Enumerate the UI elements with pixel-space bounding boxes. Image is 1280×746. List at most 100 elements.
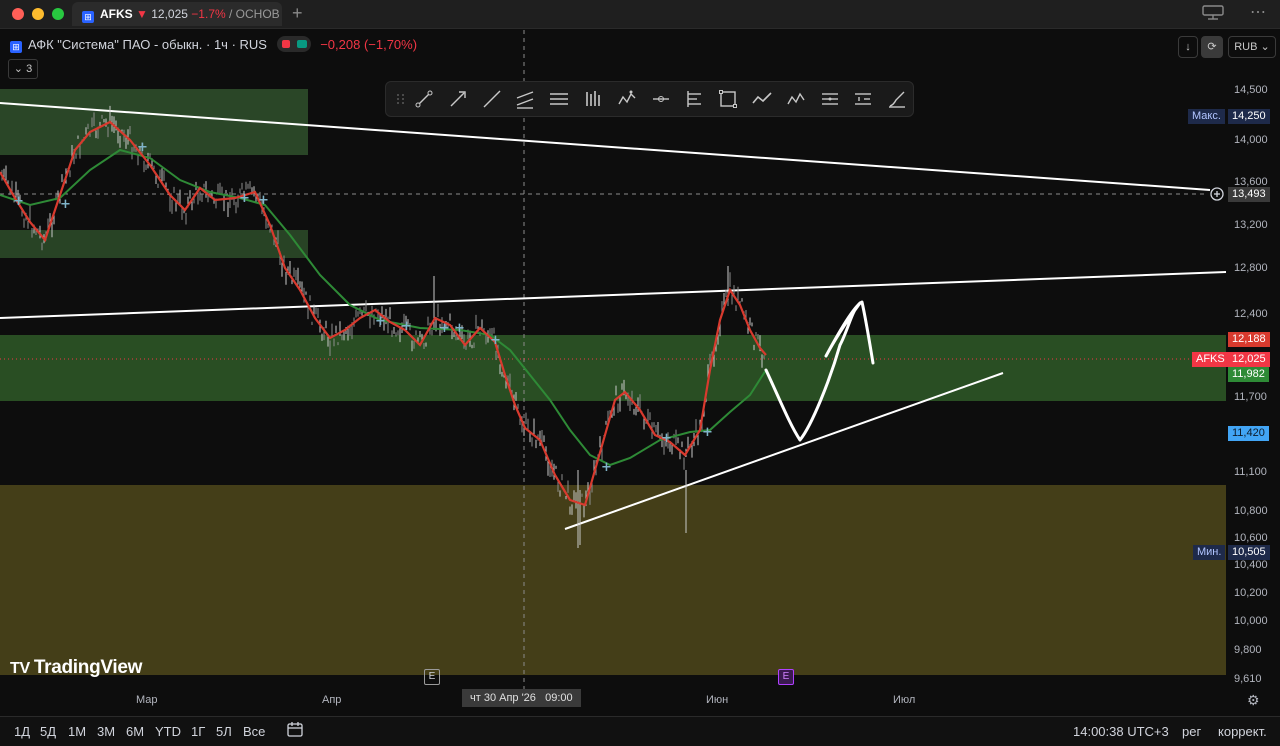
chevron-down-icon: ⌄ bbox=[13, 63, 27, 75]
bottom-toolbar: 1Д 5Д 1М 3М 6М YTD 1Г 5Л Все 14:00:38 UT… bbox=[0, 716, 1280, 746]
watermark-text: TradingView bbox=[33, 657, 143, 678]
horizontal-lines-icon[interactable] bbox=[548, 88, 570, 110]
more-icon[interactable]: ⋯ bbox=[1250, 2, 1266, 22]
crossover-marker-icon: + bbox=[239, 191, 250, 206]
currency-select[interactable]: RUB ⌄ bbox=[1228, 36, 1276, 58]
current-price-tag: 12,025 bbox=[1228, 352, 1270, 367]
range-1y[interactable]: 1Г bbox=[191, 724, 205, 739]
cross-line-icon[interactable] bbox=[650, 88, 672, 110]
min-price-tag: Мин. bbox=[1193, 545, 1226, 560]
price-axis-label: 9,800 bbox=[1234, 644, 1262, 656]
crossover-marker-icon: + bbox=[258, 193, 269, 208]
range-3m[interactable]: 3М bbox=[97, 724, 115, 739]
crossover-marker-icon: + bbox=[439, 321, 450, 336]
price-axis-label: 10,400 bbox=[1234, 559, 1268, 571]
price-axis-label: 10,200 bbox=[1234, 587, 1268, 599]
chart-area[interactable]: + + + + + + + + + + + + + bbox=[0, 29, 1280, 715]
ema-slow-price-tag: 11,982 bbox=[1228, 367, 1269, 382]
drawing-toolbar bbox=[385, 81, 914, 117]
parallel-channel-icon[interactable] bbox=[514, 88, 536, 110]
blue-price-tag: 11,420 bbox=[1228, 426, 1269, 441]
time-label-jul: Июл bbox=[893, 694, 916, 706]
zoom-window-button[interactable] bbox=[52, 8, 64, 20]
new-tab-button[interactable]: + bbox=[292, 3, 303, 24]
range-all[interactable]: Все bbox=[243, 724, 265, 739]
crossover-marker-icon: + bbox=[661, 431, 672, 446]
minimize-window-button[interactable] bbox=[32, 8, 44, 20]
resistance-trendline bbox=[0, 271, 1227, 319]
crossover-marker-icon: + bbox=[375, 314, 386, 329]
range-ytd[interactable]: YTD bbox=[155, 724, 181, 739]
tradingview-watermark: TV TradingView bbox=[10, 657, 142, 679]
ray-icon[interactable] bbox=[447, 88, 469, 110]
abcd-pattern-icon[interactable] bbox=[785, 88, 807, 110]
download-icon: ↓ bbox=[1185, 41, 1191, 53]
price-axis-label: 11,100 bbox=[1234, 466, 1267, 478]
date-range-calendar-icon[interactable] bbox=[286, 721, 304, 742]
chart-canvas[interactable]: + + + + + + + + + + + + + bbox=[0, 29, 1280, 715]
chevron-down-icon: ⌄ bbox=[1257, 41, 1270, 53]
range-5y[interactable]: 5Л bbox=[216, 724, 232, 739]
title-bar: ⊞ AFKS ▼ 12,025 −1.7% / ОСНОВ + ⋯ bbox=[0, 0, 1280, 29]
crosshair-time-label: чт 30 Апр '26 09:00 bbox=[462, 689, 581, 707]
trendline-icon[interactable] bbox=[413, 88, 435, 110]
price-axis-label: 12,800 bbox=[1234, 262, 1268, 274]
fib-channel-icon[interactable] bbox=[819, 88, 841, 110]
earnings-marker[interactable]: E bbox=[424, 669, 440, 685]
tradingview-logo-icon: TV bbox=[10, 660, 30, 677]
symbol-title: АФК "Система" ПАО - обыкн. · 1ч · RUS bbox=[28, 37, 267, 52]
close-window-button[interactable] bbox=[12, 8, 24, 20]
long-position-icon[interactable] bbox=[852, 88, 874, 110]
range-6m[interactable]: 6М bbox=[126, 724, 144, 739]
max-price-tag: Макс. bbox=[1188, 109, 1225, 124]
price-axis-label: 11,700 bbox=[1234, 391, 1267, 403]
clock[interactable]: 14:00:38 UTC+3 bbox=[1073, 724, 1169, 739]
vertical-lines-icon[interactable] bbox=[582, 88, 604, 110]
range-1d[interactable]: 1Д bbox=[14, 724, 30, 739]
buy-sell-toggle[interactable] bbox=[276, 36, 311, 52]
crossover-marker-icon: + bbox=[490, 333, 501, 348]
crossover-marker-icon: + bbox=[401, 319, 412, 334]
brush-icon[interactable] bbox=[886, 88, 908, 110]
extended-line-icon[interactable] bbox=[481, 88, 503, 110]
layout-icon[interactable] bbox=[1202, 4, 1224, 23]
xabcd-pattern-icon[interactable] bbox=[616, 88, 638, 110]
currency-value: RUB bbox=[1234, 41, 1258, 53]
min-price-value: 10,505 bbox=[1228, 545, 1270, 560]
indicators-collapse-toggle[interactable]: ⌄ 3 bbox=[8, 59, 38, 79]
time-label-jun: Июн bbox=[706, 694, 729, 706]
fib-icon[interactable] bbox=[683, 88, 705, 110]
sync-button[interactable]: ⟳ bbox=[1201, 36, 1223, 58]
tab-name: / ОСНОВ bbox=[229, 7, 280, 21]
exchange-logo-icon: ⊞ bbox=[10, 41, 22, 53]
tab-change: −1.7% bbox=[191, 7, 226, 21]
demand-zone-olive bbox=[0, 485, 1226, 675]
min-label: Мин. bbox=[1197, 546, 1222, 558]
indicator-count: 3 bbox=[26, 63, 33, 75]
price-axis-label: 9,610 bbox=[1234, 673, 1262, 685]
browser-tab[interactable]: ⊞ AFKS ▼ 12,025 −1.7% / ОСНОВ bbox=[72, 2, 282, 26]
demand-zone-green bbox=[0, 335, 1226, 401]
range-1m[interactable]: 1М bbox=[68, 724, 86, 739]
session-toggle[interactable]: рег bbox=[1182, 724, 1201, 739]
crossover-marker-icon: + bbox=[13, 194, 24, 209]
tab-symbol: AFKS bbox=[100, 7, 133, 21]
time-label-mar: Мар bbox=[136, 694, 158, 706]
max-price-value: 14,250 bbox=[1228, 109, 1270, 124]
earnings-marker-upcoming[interactable]: E bbox=[778, 669, 794, 685]
time-label-apr: Апр bbox=[322, 694, 342, 706]
chart-settings-gear-icon[interactable]: ⚙ bbox=[1247, 692, 1260, 709]
rectangle-icon[interactable] bbox=[717, 88, 739, 110]
crossover-marker-icon: + bbox=[60, 197, 71, 212]
adjust-toggle[interactable]: коррект. bbox=[1218, 724, 1267, 739]
crossover-marker-icon: + bbox=[601, 460, 612, 475]
range-5d[interactable]: 5Д bbox=[40, 724, 56, 739]
price-axis-label: 10,600 bbox=[1234, 532, 1268, 544]
toolbar-drag-handle-icon[interactable] bbox=[390, 88, 404, 110]
tradingview-favicon-icon: ⊞ bbox=[82, 11, 94, 23]
symbol-price-tag: AFKS bbox=[1192, 352, 1229, 367]
symbol-legend[interactable]: ⊞ АФК "Система" ПАО - обыкн. · 1ч · RUS −… bbox=[10, 36, 417, 53]
tab-down-arrow-icon: ▼ bbox=[136, 7, 148, 21]
download-button[interactable]: ↓ bbox=[1178, 36, 1198, 58]
path-icon[interactable] bbox=[751, 88, 773, 110]
